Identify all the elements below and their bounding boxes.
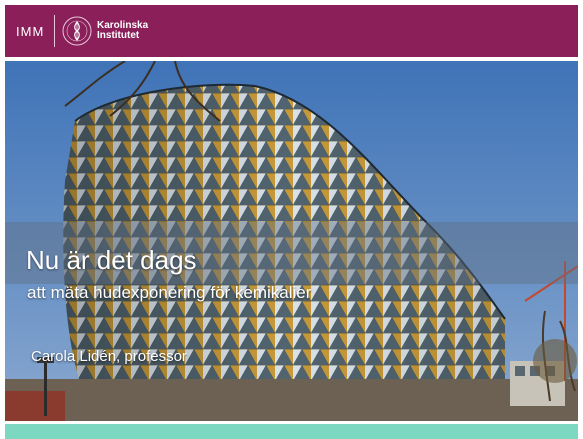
slide-frame: IMM Karolinska Institutet Nu är det dags… (0, 0, 583, 439)
slide-author: Carola Lidén, professor (31, 348, 187, 365)
slide-title: Nu är det dags (26, 245, 197, 275)
institution-name-line2: Institutet (97, 30, 140, 41)
karolinska-seal-icon (62, 16, 92, 46)
slide-footer-bar (5, 424, 578, 439)
department-label: IMM (16, 24, 45, 39)
building-illustration (5, 61, 578, 421)
slide-header: IMM Karolinska Institutet (5, 5, 578, 57)
institution-name: Karolinska Institutet (97, 21, 148, 41)
building-photo: Nu är det dags att mäta hudexponering fö… (5, 61, 578, 421)
header-divider (54, 15, 55, 47)
slide-subtitle: att mäta hudexponering för kemikalier (27, 283, 312, 302)
